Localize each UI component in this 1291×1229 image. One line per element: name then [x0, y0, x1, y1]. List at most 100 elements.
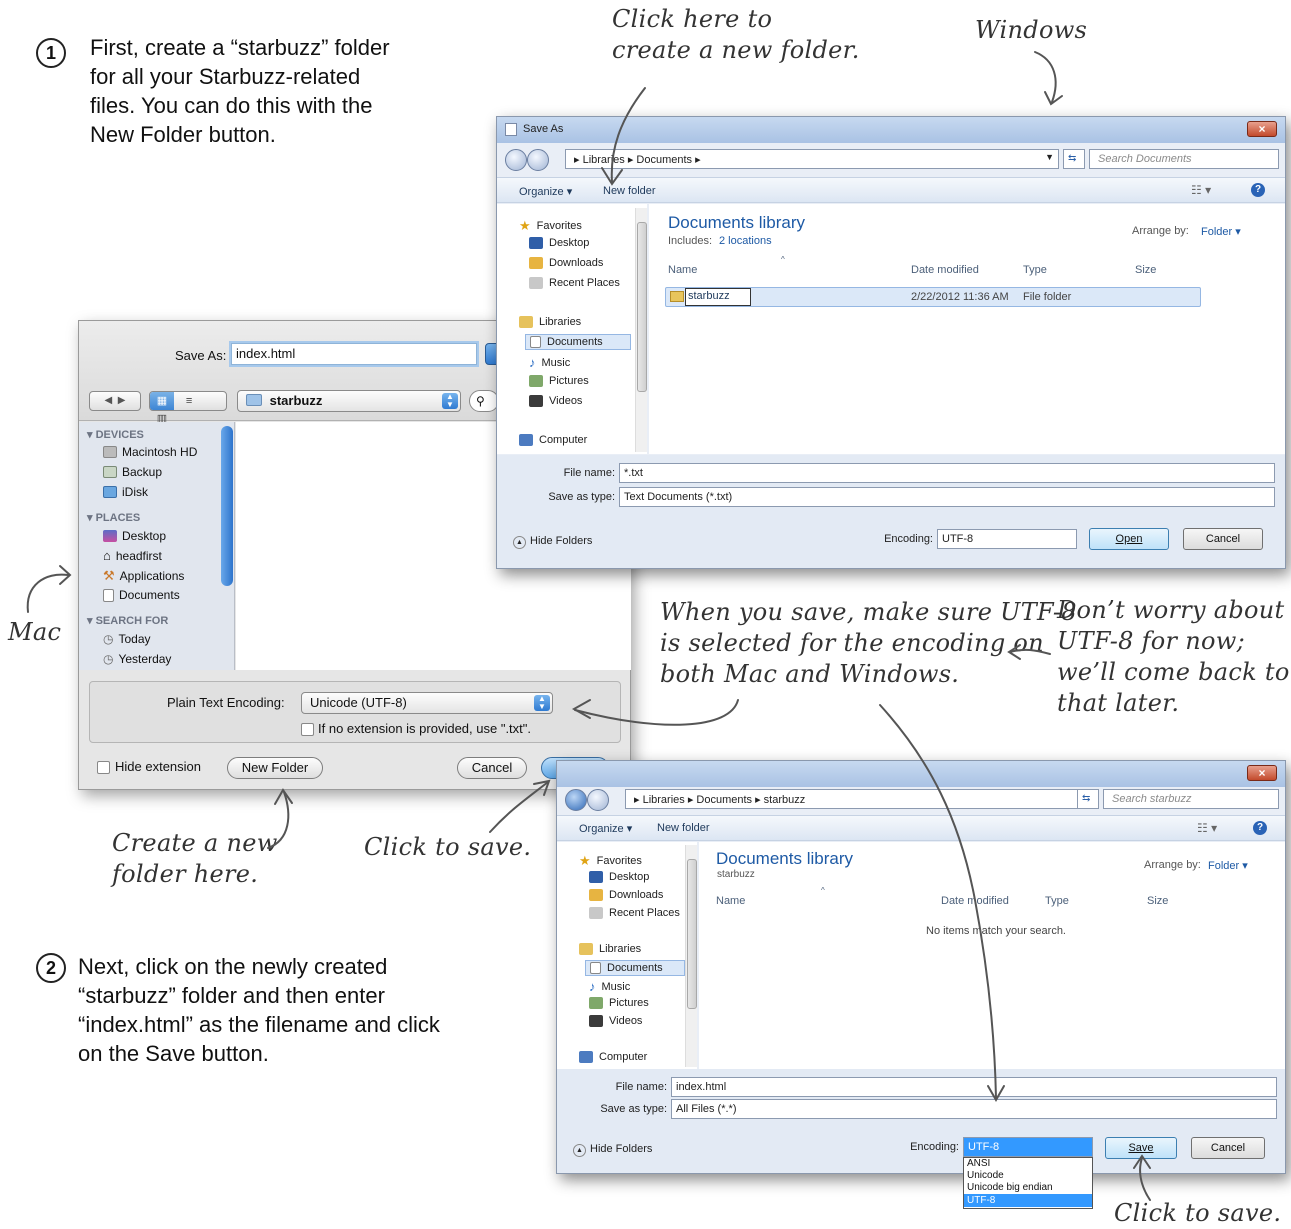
back-icon[interactable] [505, 149, 527, 171]
win2-col-size[interactable]: Size [1147, 895, 1168, 907]
win1-col-name[interactable]: Name [668, 264, 697, 276]
win2-close-button[interactable]: × [1247, 765, 1277, 781]
win2-nav-desktop[interactable]: Desktop [589, 871, 649, 883]
win2-nav-recent[interactable]: Recent Places [589, 907, 680, 919]
mac-hide-extension-checkbox[interactable] [97, 761, 110, 774]
win1-cancel-button[interactable]: Cancel [1183, 528, 1263, 550]
address-dropdown-icon[interactable]: ▼ [1045, 152, 1054, 162]
win2-nav-pictures[interactable]: Pictures [589, 997, 649, 1009]
win1-arrange-value[interactable]: Folder ▾ [1201, 225, 1241, 238]
encoding-option-utf8[interactable]: UTF-8 [964, 1194, 1092, 1207]
win1-file-name-input[interactable]: *.txt [619, 463, 1275, 483]
win1-nav-computer[interactable]: Computer [519, 434, 587, 446]
forward-icon[interactable] [527, 149, 549, 171]
win2-nav-favorites[interactable]: ★ Favorites [579, 853, 642, 869]
mac-view-buttons[interactable]: ▦ ≡ ▥ [149, 391, 227, 425]
encoding-option-ansi[interactable]: ANSI [964, 1158, 1092, 1170]
win1-includes-link[interactable]: 2 locations [719, 235, 772, 247]
mac-new-folder-button[interactable]: New Folder [227, 757, 323, 779]
win1-col-date[interactable]: Date modified [911, 264, 979, 276]
win2-nav-music[interactable]: ♪ Music [589, 979, 630, 994]
win1-nav-favorites[interactable]: ★ Favorites [519, 218, 582, 234]
step-2-number: 2 [36, 953, 66, 983]
win2-col-date[interactable]: Date modified [941, 895, 1009, 907]
encoding-option-unicode-big-endian[interactable]: Unicode big endian [964, 1182, 1092, 1194]
win1-address-bar[interactable]: ▸ Libraries ▸ Documents ▸ ▼ [565, 149, 1059, 169]
win2-col-type[interactable]: Type [1045, 895, 1069, 907]
win2-nav-computer[interactable]: Computer [579, 1051, 647, 1063]
mac-save-as-input[interactable]: index.html [231, 343, 477, 365]
win1-rename-input[interactable]: starbuzz [685, 288, 751, 306]
win2-hide-folders-button[interactable]: ▲ Hide Folders [573, 1143, 652, 1157]
mac-encoding-popup[interactable]: Unicode (UTF-8) ▲ ▼ [301, 692, 553, 714]
mac-sidebar-idisk[interactable]: iDisk [103, 485, 148, 499]
win1-encoding-select[interactable]: UTF-8 [937, 529, 1077, 549]
mac-sidebar-scrollbar[interactable] [221, 426, 233, 586]
win1-save-type-select[interactable]: Text Documents (*.txt) [619, 487, 1275, 507]
mac-search-field[interactable]: ⚲ [469, 390, 499, 412]
win1-nav-downloads[interactable]: Downloads [529, 257, 603, 269]
win2-cancel-button[interactable]: Cancel [1191, 1137, 1265, 1159]
win2-nav-documents[interactable]: Documents [585, 960, 685, 976]
win1-new-folder-button[interactable]: New folder [603, 185, 656, 197]
mac-sidebar-backup[interactable]: Backup [103, 465, 162, 479]
win2-col-name[interactable]: Name [716, 895, 745, 907]
win1-nav-documents[interactable]: Documents [525, 334, 631, 350]
mac-sidebar-headfirst[interactable]: ⌂ headfirst [103, 548, 162, 563]
win2-arrange-value[interactable]: Folder ▾ [1208, 859, 1248, 872]
win1-col-type[interactable]: Type [1023, 264, 1047, 276]
win1-organize-button[interactable]: Organize ▾ [519, 185, 572, 198]
win2-refresh-button[interactable]: ⇆ [1077, 789, 1099, 809]
win1-nav-music[interactable]: ♪ Music [529, 355, 570, 370]
views-icon[interactable]: ☷ ▾ [1197, 821, 1217, 835]
win1-nav-videos[interactable]: Videos [529, 395, 582, 407]
win2-save-type-select[interactable]: All Files (*.*) [671, 1099, 1277, 1119]
win1-search-input[interactable]: Search Documents [1089, 149, 1279, 169]
icon-view-icon[interactable]: ▦ [150, 392, 174, 410]
win2-organize-button[interactable]: Organize ▾ [579, 822, 632, 835]
win2-search-input[interactable]: Search starbuzz [1103, 789, 1279, 809]
mac-sidebar-yesterday[interactable]: ◷ Yesterday [103, 652, 171, 666]
win2-new-folder-button[interactable]: New folder [657, 822, 710, 834]
help-icon[interactable]: ? [1251, 183, 1265, 197]
mac-sidebar-documents[interactable]: Documents [103, 588, 180, 602]
arrowhead [59, 565, 72, 585]
win1-nav-scrollbar[interactable] [635, 208, 647, 452]
mac-back-forward[interactable]: ◀ ▶ [89, 391, 141, 411]
win2-encoding-select[interactable]: UTF-8 [963, 1137, 1093, 1157]
list-view-icon[interactable]: ≡ [177, 392, 201, 410]
win1-col-size[interactable]: Size [1135, 264, 1156, 276]
win1-nav-recent[interactable]: Recent Places [529, 277, 620, 289]
win1-hide-folders-button[interactable]: ▲ Hide Folders [513, 535, 592, 549]
win1-refresh-button[interactable]: ⇆ [1063, 149, 1085, 169]
views-icon[interactable]: ☷ ▾ [1191, 183, 1211, 197]
desktop-icon [103, 530, 117, 542]
scroll-thumb[interactable] [687, 859, 697, 1009]
win1-nav-pictures[interactable]: Pictures [529, 375, 589, 387]
win2-nav-videos[interactable]: Videos [589, 1015, 642, 1027]
mac-cancel-button[interactable]: Cancel [457, 757, 527, 779]
clock-icon: ◷ [103, 632, 114, 646]
forward-icon[interactable] [587, 789, 609, 811]
win1-close-button[interactable]: × [1247, 121, 1277, 137]
mac-sidebar-today[interactable]: ◷ Today [103, 632, 151, 646]
win1-nav-desktop[interactable]: Desktop [529, 237, 589, 249]
mac-extension-checkbox[interactable] [301, 723, 314, 736]
mac-sidebar-desktop[interactable]: Desktop [103, 529, 166, 543]
win2-address-bar[interactable]: ▸ Libraries ▸ Documents ▸ starbuzz▼ [625, 789, 1095, 809]
mac-folder-popup[interactable]: starbuzz ▲ ▼ [237, 390, 461, 412]
encoding-dropdown-list[interactable]: ANSI Unicode Unicode big endian UTF-8 [963, 1157, 1093, 1209]
win2-nav-downloads[interactable]: Downloads [589, 889, 663, 901]
encoding-option-unicode[interactable]: Unicode [964, 1170, 1092, 1182]
help-icon[interactable]: ? [1253, 821, 1267, 835]
win2-nav-libraries[interactable]: Libraries [579, 943, 641, 955]
win1-nav-libraries[interactable]: Libraries [519, 316, 581, 328]
back-icon[interactable] [565, 789, 587, 811]
mac-sidebar-applications[interactable]: ⚒ Applications [103, 568, 184, 584]
win2-save-button[interactable]: Save [1105, 1137, 1177, 1159]
win2-nav-scrollbar[interactable] [685, 845, 697, 1067]
mac-sidebar-macintosh-hd[interactable]: Macintosh HD [103, 445, 197, 459]
scroll-thumb[interactable] [637, 222, 647, 392]
win2-file-name-input[interactable]: index.html [671, 1077, 1277, 1097]
win1-open-button[interactable]: Open [1089, 528, 1169, 550]
